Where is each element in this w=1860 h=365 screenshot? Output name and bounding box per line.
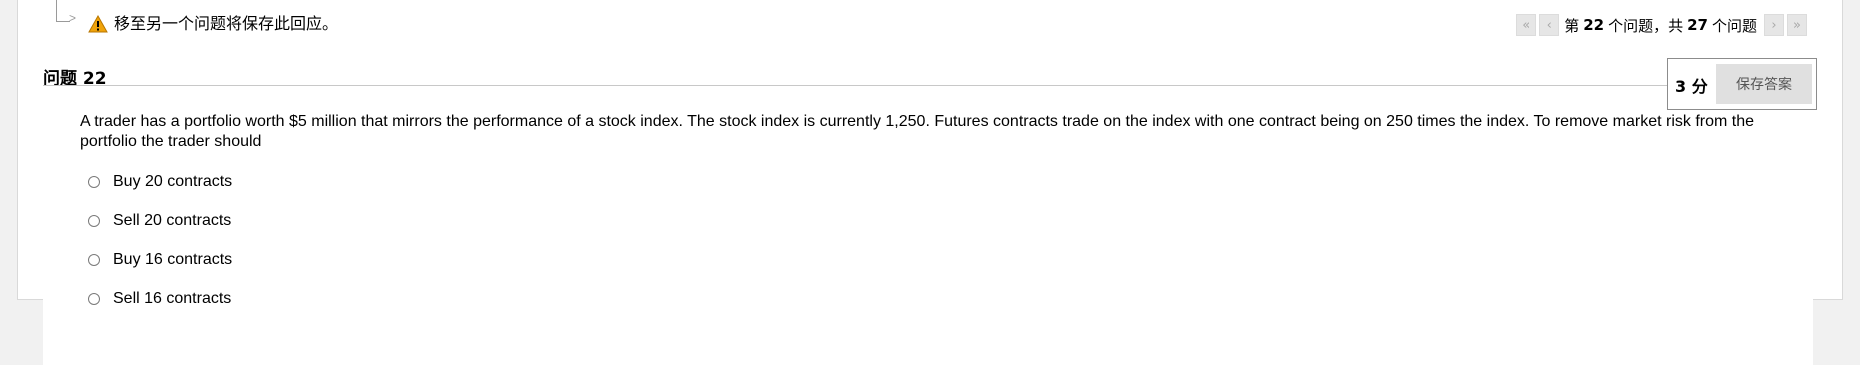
radio-button[interactable]: [88, 254, 100, 266]
warning-banner: 移至另一个问题将保存此回应。: [88, 14, 338, 34]
answer-option[interactable]: Buy 16 contracts: [88, 250, 232, 270]
answer-option-label: Buy 20 contracts: [113, 173, 233, 190]
answer-option-label: Buy 16 contracts: [113, 251, 233, 268]
last-question-button[interactable]: »: [1787, 14, 1807, 36]
question-divider: [43, 85, 1668, 86]
previous-question-button[interactable]: ‹: [1539, 14, 1560, 36]
position-middle: 个问题，共: [1608, 16, 1684, 35]
radio-button[interactable]: [88, 293, 100, 305]
answer-option-label: Sell 16 contracts: [113, 290, 232, 307]
answer-option[interactable]: Sell 16 contracts: [88, 289, 231, 309]
warning-icon: [88, 15, 108, 33]
double-chevron-right-icon: »: [1793, 17, 1801, 33]
answer-option-label: Sell 20 contracts: [113, 212, 232, 229]
next-question-button[interactable]: ›: [1764, 14, 1784, 36]
tree-arrow-icon: >: [69, 11, 77, 25]
question-points: 3 分: [1675, 77, 1708, 96]
question-position: 第 22 个问题，共 27 个问题: [1564, 15, 1757, 36]
answer-option[interactable]: Sell 20 contracts: [88, 211, 231, 231]
question-navigation: « ‹ 第 22 个问题，共 27 个问题 › »: [1516, 14, 1807, 36]
first-question-button[interactable]: «: [1516, 14, 1537, 36]
total-question-count: 27: [1687, 16, 1708, 34]
warning-text: 移至另一个问题将保存此回应。: [114, 14, 339, 33]
position-suffix: 个问题: [1711, 16, 1757, 35]
radio-button[interactable]: [88, 215, 100, 227]
double-chevron-left-icon: «: [1522, 17, 1531, 33]
chevron-left-icon: ‹: [1546, 17, 1552, 33]
radio-button[interactable]: [88, 176, 100, 188]
current-question-number: 22: [1583, 16, 1605, 34]
chevron-right-icon: ›: [1771, 17, 1777, 33]
answer-option[interactable]: Buy 20 contracts: [88, 172, 232, 192]
question-text: A trader has a portfolio worth $5 millio…: [80, 113, 1754, 150]
position-prefix: 第: [1564, 16, 1580, 35]
points-box: 3 分 保存答案: [1667, 58, 1817, 110]
save-answer-button[interactable]: 保存答案: [1716, 64, 1812, 104]
tree-connector-line: [56, 0, 70, 22]
